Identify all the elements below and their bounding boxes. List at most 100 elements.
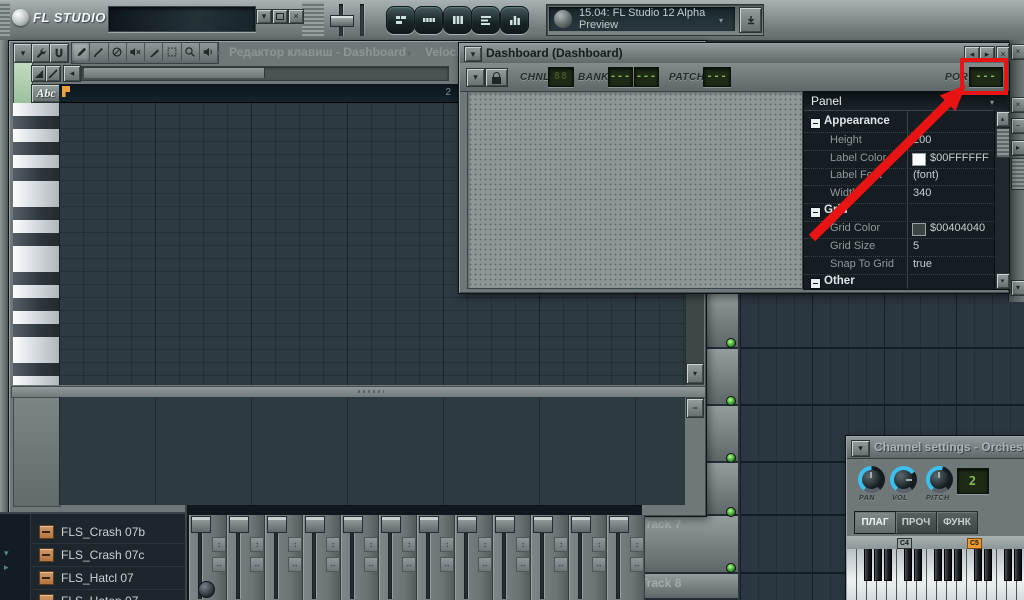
step-sequencer-button[interactable] (414, 6, 443, 34)
mixer-leftright-button[interactable]: ↔ (554, 557, 568, 572)
mixer-channel-strip[interactable]: ↕ ↔ (341, 515, 379, 600)
play-icon[interactable]: ▸ (1010, 140, 1024, 156)
prop-row-height[interactable]: Height 200 (804, 132, 994, 151)
window-rollup-button[interactable]: ▾ (256, 9, 272, 24)
keyboard-black-key[interactable] (954, 549, 962, 581)
piano-roll-title[interactable]: Редактор клавиш - Dashboard (229, 45, 406, 59)
track-activity-led[interactable] (726, 453, 736, 463)
collapse-icon[interactable] (810, 118, 821, 129)
mixer-button[interactable] (500, 6, 529, 34)
channel-keyboard[interactable] (847, 549, 1024, 600)
mixer-updown-button[interactable]: ↕ (326, 537, 340, 552)
window-menu-button[interactable]: ▾ (464, 46, 482, 62)
prop-section-appearance[interactable]: Appearance (804, 114, 994, 133)
version-dropdown-icon[interactable]: ▾ (719, 16, 723, 25)
mixer-updown-button[interactable]: ↕ (592, 537, 606, 552)
chevron-right-icon[interactable]: ▸ (4, 562, 9, 573)
mixer-fader-handle[interactable] (381, 516, 401, 533)
scroll-up-button[interactable]: ▴ (995, 111, 1010, 127)
pan-knob[interactable] (858, 466, 885, 493)
mixer-fader-handle[interactable] (191, 516, 211, 533)
pitch-knob[interactable] (926, 466, 953, 493)
select-tool-button[interactable] (163, 43, 182, 61)
prop-row-snap-to-grid[interactable]: Snap To Grid true (804, 256, 994, 275)
keyboard-white-key[interactable] (847, 549, 857, 600)
scrollbar-handle[interactable] (84, 68, 265, 78)
keyboard-black-key[interactable] (874, 549, 882, 581)
mixer-updown-button[interactable]: ↕ (440, 537, 454, 552)
piano-black-key[interactable] (13, 324, 59, 338)
track-name-label[interactable]: Track 7 (640, 517, 681, 531)
piano-white-key[interactable] (13, 103, 59, 117)
prop-row-label-font[interactable]: Label Font (font) (804, 167, 994, 186)
properties-scrollbar[interactable]: ▴ ▾ (994, 110, 1010, 289)
piano-black-key[interactable] (13, 142, 59, 156)
mixer-leftright-button[interactable]: ↔ (630, 557, 644, 572)
master-volume-handle[interactable] (330, 15, 354, 27)
pitch-range-display[interactable]: 2 (957, 468, 989, 494)
tab-plugin[interactable]: ПЛАГ (854, 511, 896, 534)
tab-misc[interactable]: ПРОЧ (895, 511, 937, 534)
keyboard-black-key[interactable] (884, 549, 892, 581)
mixer-leftright-button[interactable]: ↔ (288, 557, 302, 572)
scroll-down-button[interactable]: ▾ (995, 273, 1010, 289)
browser-item[interactable]: FLS_Crash 07b (30, 520, 185, 544)
piano-white-key[interactable] (13, 194, 59, 208)
mixer-fader-handle[interactable] (533, 516, 553, 533)
mixer-leftright-button[interactable]: ↔ (516, 557, 530, 572)
dashboard-titlebar[interactable]: ▾ Dashboard (Dashboard) ◂ ▸ × (460, 44, 1010, 64)
playlist-button[interactable] (386, 6, 415, 34)
track-activity-led[interactable] (726, 396, 736, 406)
piano-white-key[interactable] (13, 350, 59, 364)
piano-white-key[interactable] (13, 285, 59, 299)
collapse-icon[interactable] (810, 207, 821, 218)
mixer-updown-button[interactable]: ↕ (554, 537, 568, 552)
mixer-fader-handle[interactable] (343, 516, 363, 533)
mixer-leftright-button[interactable]: ↔ (250, 557, 264, 572)
window-close-button[interactable]: × (288, 9, 304, 24)
piano-white-key[interactable] (13, 129, 59, 143)
velocity-lane[interactable] (59, 397, 685, 505)
keyboard-black-key[interactable] (1004, 549, 1012, 581)
preset-dropdown-button[interactable]: ▾ (466, 68, 485, 87)
track-activity-led[interactable] (726, 507, 736, 517)
mixer-updown-button[interactable]: ↕ (288, 537, 302, 552)
mixer-leftright-button[interactable]: ↔ (212, 557, 226, 572)
piano-white-key[interactable] (13, 181, 59, 195)
options-button[interactable] (31, 43, 51, 63)
snap-button[interactable] (49, 43, 69, 63)
mixer-channel-strip[interactable]: ↕ ↔ (417, 515, 455, 600)
marker-flag-icon[interactable] (62, 86, 70, 97)
scroll-down-button[interactable]: ▾ (686, 363, 704, 384)
piano-black-key[interactable] (13, 207, 59, 221)
piano-black-key[interactable] (13, 168, 59, 182)
scrollbar-thumb[interactable] (1010, 158, 1024, 190)
lock-button[interactable] (485, 68, 508, 87)
draw-tool-button[interactable] (72, 43, 91, 61)
chnl-display[interactable]: 88 (548, 67, 574, 87)
piano-white-key[interactable] (13, 259, 59, 273)
piano-black-key[interactable] (13, 116, 59, 130)
mixer-updown-button[interactable]: ↕ (630, 537, 644, 552)
prop-row-width[interactable]: Width 340 (804, 185, 994, 204)
chevron-down-icon[interactable]: ▾ (4, 548, 9, 559)
piano-white-key[interactable] (13, 220, 59, 234)
prop-row-grid-color[interactable]: Grid Color $00404040 (804, 220, 994, 239)
mixer-leftright-button[interactable]: ↔ (402, 557, 416, 572)
keyboard-black-key[interactable] (984, 549, 992, 581)
mixer-leftright-button[interactable]: ↔ (478, 557, 492, 572)
scroll-left-button[interactable]: ◂ (63, 65, 81, 82)
line-tool-button[interactable] (45, 65, 61, 82)
mixer-leftright-button[interactable]: ↔ (440, 557, 454, 572)
mixer-fader-handle[interactable] (229, 516, 249, 533)
keyboard-black-key[interactable] (934, 549, 942, 581)
browser-button[interactable] (471, 6, 500, 34)
mixer-channel-strip[interactable]: ↕ ↔ (303, 515, 341, 600)
track-activity-led[interactable] (726, 338, 736, 348)
piano-roll-menu-button[interactable]: ▾ (13, 43, 33, 63)
mixer-fader-handle[interactable] (571, 516, 591, 533)
mixer-fader-handle[interactable] (419, 516, 439, 533)
piano-white-key[interactable] (13, 246, 59, 260)
scrollbar-thumb[interactable] (995, 128, 1010, 158)
mixer-channel-strip[interactable]: ↕ ↔ (189, 515, 227, 600)
